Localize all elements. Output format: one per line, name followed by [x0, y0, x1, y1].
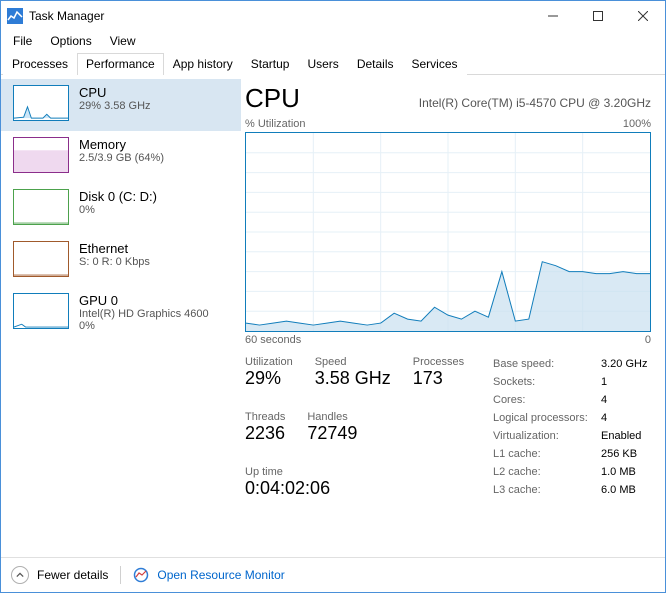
menubar: File Options View: [1, 31, 665, 51]
stat-handles-label: Handles: [307, 411, 357, 423]
kv-logical-k: Logical processors:: [493, 410, 595, 426]
maximize-button[interactable]: [575, 1, 620, 31]
kv-sockets-k: Sockets:: [493, 374, 595, 390]
kv-cores-k: Cores:: [493, 392, 595, 408]
chart-xmin: 0: [645, 334, 651, 346]
task-manager-icon: [7, 8, 23, 24]
sidebar-cpu-sub: 29% 3.58 GHz: [79, 100, 151, 112]
window-title: Task Manager: [29, 9, 530, 23]
chevron-up-icon[interactable]: [11, 566, 29, 584]
chart-xlabel: 60 seconds: [245, 334, 301, 346]
kv-logical-v: 4: [601, 410, 607, 426]
sidebar-eth-sub: S: 0 R: 0 Kbps: [79, 256, 150, 268]
sidebar-gpu-sub2: 0%: [79, 320, 209, 332]
stat-utilization-value: 29%: [245, 368, 293, 389]
stat-uptime-value: 0:04:02:06: [245, 478, 475, 499]
sidebar-eth-title: Ethernet: [79, 241, 150, 256]
sidebar-gpu-sub: Intel(R) HD Graphics 4600: [79, 308, 209, 320]
sidebar-memory-title: Memory: [79, 137, 164, 152]
tab-details[interactable]: Details: [348, 53, 403, 75]
detail-device: Intel(R) Core(TM) i5-4570 CPU @ 3.20GHz: [318, 96, 651, 110]
tab-app-history[interactable]: App history: [164, 53, 242, 75]
footer-divider: [120, 566, 121, 584]
tab-users[interactable]: Users: [298, 53, 347, 75]
kv-l1-v: 256 KB: [601, 446, 637, 462]
kv-l2-v: 1.0 MB: [601, 464, 636, 480]
stat-speed-value: 3.58 GHz: [315, 368, 391, 389]
chart-ylabel: % Utilization: [245, 118, 306, 130]
window-titlebar: Task Manager: [1, 1, 665, 31]
sidebar-item-cpu[interactable]: CPU 29% 3.58 GHz: [1, 79, 241, 131]
memory-thumbnail-icon: [13, 137, 69, 173]
stat-uptime-label: Up time: [245, 466, 475, 478]
sidebar-disk-sub: 0%: [79, 204, 157, 216]
cpu-thumbnail-icon: [13, 85, 69, 121]
minimize-button[interactable]: [530, 1, 575, 31]
chart-ymax: 100%: [623, 118, 651, 130]
fewer-details-button[interactable]: Fewer details: [37, 568, 108, 582]
kv-virt-v: Enabled: [601, 428, 641, 444]
tabstrip: Processes Performance App history Startu…: [1, 51, 665, 75]
close-button[interactable]: [620, 1, 665, 31]
menu-file[interactable]: File: [5, 32, 40, 50]
kv-base-speed-k: Base speed:: [493, 356, 595, 372]
stat-handles-value: 72749: [307, 423, 357, 444]
sidebar-memory-sub: 2.5/3.9 GB (64%): [79, 152, 164, 164]
sidebar-item-ethernet[interactable]: Ethernet S: 0 R: 0 Kbps: [1, 235, 241, 287]
sidebar-disk-title: Disk 0 (C: D:): [79, 189, 157, 204]
kv-virt-k: Virtualization:: [493, 428, 595, 444]
kv-l2-k: L2 cache:: [493, 464, 595, 480]
sidebar-item-disk[interactable]: Disk 0 (C: D:) 0%: [1, 183, 241, 235]
stat-threads-value: 2236: [245, 423, 285, 444]
menu-view[interactable]: View: [102, 32, 144, 50]
detail-title: CPU: [245, 83, 300, 114]
kv-l3-v: 6.0 MB: [601, 482, 636, 498]
sidebar-item-gpu[interactable]: GPU 0 Intel(R) HD Graphics 4600 0%: [1, 287, 241, 342]
sidebar-cpu-title: CPU: [79, 85, 151, 100]
stat-processes-value: 173: [413, 368, 464, 389]
open-resource-monitor-link[interactable]: Open Resource Monitor: [157, 568, 284, 582]
disk-thumbnail-icon: [13, 189, 69, 225]
stat-speed-label: Speed: [315, 356, 391, 368]
detail-pane: CPU Intel(R) Core(TM) i5-4570 CPU @ 3.20…: [241, 75, 665, 557]
stat-utilization-label: Utilization: [245, 356, 293, 368]
tab-startup[interactable]: Startup: [242, 53, 299, 75]
kv-l3-k: L3 cache:: [493, 482, 595, 498]
kv-l1-k: L1 cache:: [493, 446, 595, 462]
kv-cores-v: 4: [601, 392, 607, 408]
tab-processes[interactable]: Processes: [3, 53, 77, 75]
kv-sockets-v: 1: [601, 374, 607, 390]
footer: Fewer details Open Resource Monitor: [1, 557, 665, 592]
gpu-thumbnail-icon: [13, 293, 69, 329]
sidebar-item-memory[interactable]: Memory 2.5/3.9 GB (64%): [1, 131, 241, 183]
ethernet-thumbnail-icon: [13, 241, 69, 277]
sidebar-gpu-title: GPU 0: [79, 293, 209, 308]
stat-processes-label: Processes: [413, 356, 464, 368]
cpu-utilization-chart[interactable]: [245, 132, 651, 332]
tab-services[interactable]: Services: [403, 53, 467, 75]
kv-base-speed-v: 3.20 GHz: [601, 356, 647, 372]
menu-options[interactable]: Options: [42, 32, 99, 50]
tab-performance[interactable]: Performance: [77, 53, 164, 75]
stat-threads-label: Threads: [245, 411, 285, 423]
resource-monitor-icon: [133, 567, 149, 583]
performance-sidebar: CPU 29% 3.58 GHz Memory 2.5/3.9 GB (64%)…: [1, 75, 241, 557]
